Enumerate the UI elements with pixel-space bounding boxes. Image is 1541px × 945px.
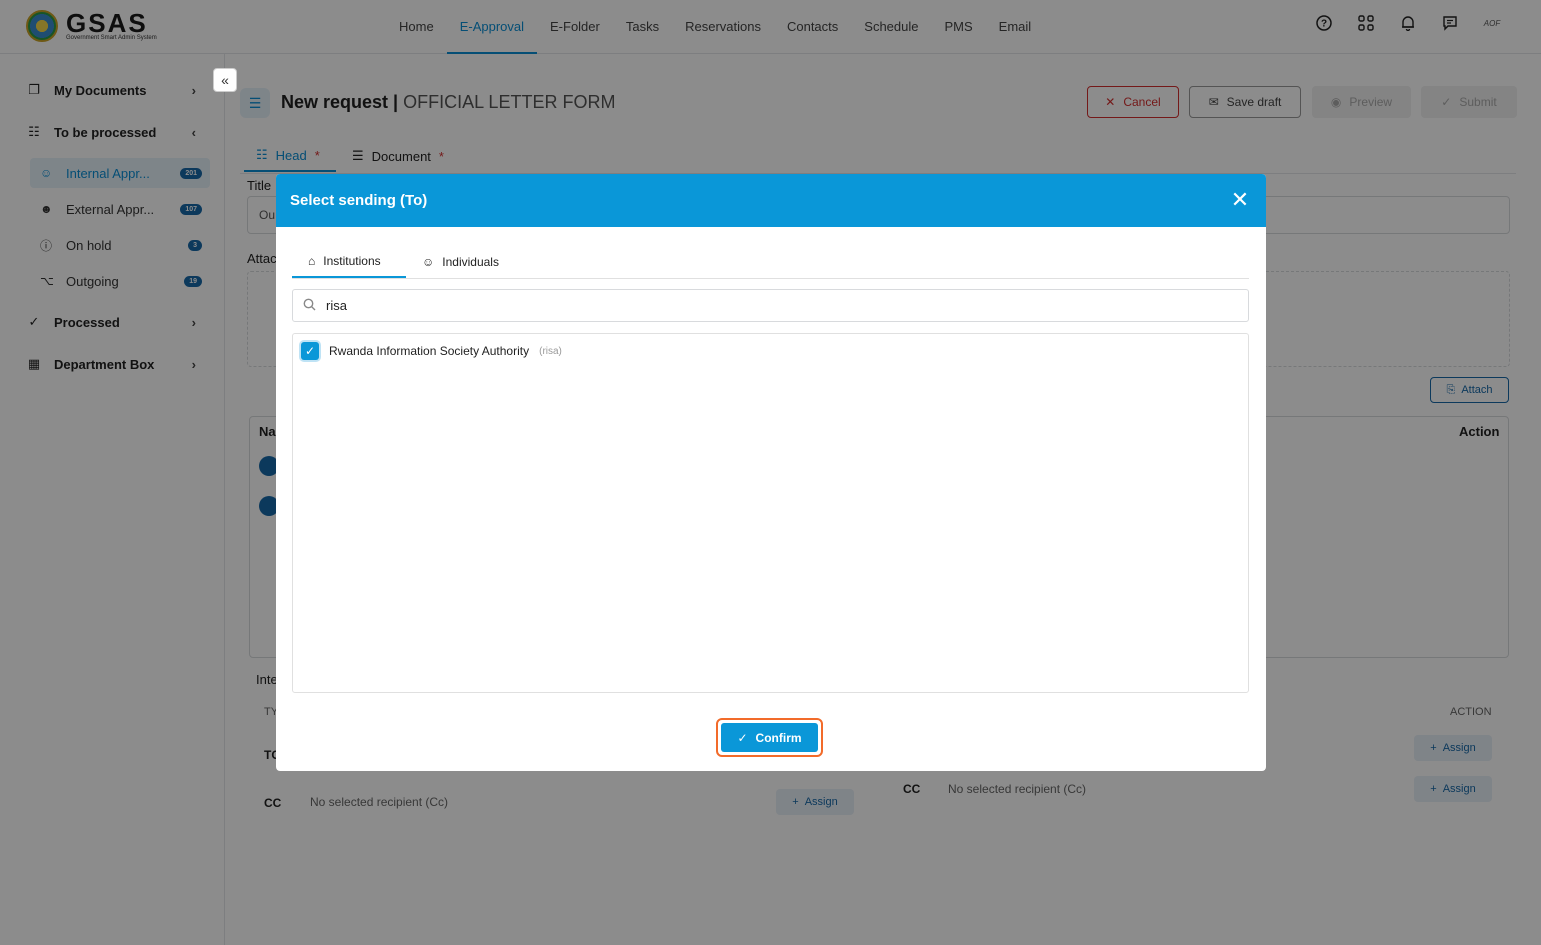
close-icon[interactable]: ✕ (1228, 188, 1252, 212)
check-icon: ✓ (737, 730, 748, 745)
select-sending-dialog: Select sending (To) ✕ ⌂ Institutions ☺ I… (276, 174, 1266, 771)
dialog-header: Select sending (To) ✕ (276, 174, 1266, 227)
confirm-label: Confirm (755, 730, 802, 745)
confirm-button[interactable]: ✓ Confirm (721, 723, 818, 752)
tab-individuals[interactable]: ☺ Individuals (422, 246, 499, 278)
person-icon: ☺ (422, 255, 435, 269)
tab-institutions-label: Institutions (323, 254, 381, 268)
institution-icon: ⌂ (308, 254, 316, 268)
list-item[interactable]: ✓ Rwanda Information Society Authority (… (301, 342, 562, 360)
collapse-sidebar-button[interactable]: « (213, 68, 237, 92)
results-list: ✓ Rwanda Information Society Authority (… (292, 333, 1249, 693)
search-input[interactable] (326, 298, 1206, 313)
tab-institutions[interactable]: ⌂ Institutions (292, 246, 406, 278)
search-field[interactable] (292, 289, 1249, 322)
dialog-title: Select sending (To) (290, 192, 428, 209)
tab-divider (292, 278, 1249, 279)
checkbox-checked[interactable]: ✓ (301, 342, 319, 360)
institution-abbreviation: (risa) (539, 345, 562, 357)
search-icon (303, 298, 316, 314)
institution-name: Rwanda Information Society Authority (329, 344, 530, 358)
tab-individuals-label: Individuals (442, 255, 499, 269)
